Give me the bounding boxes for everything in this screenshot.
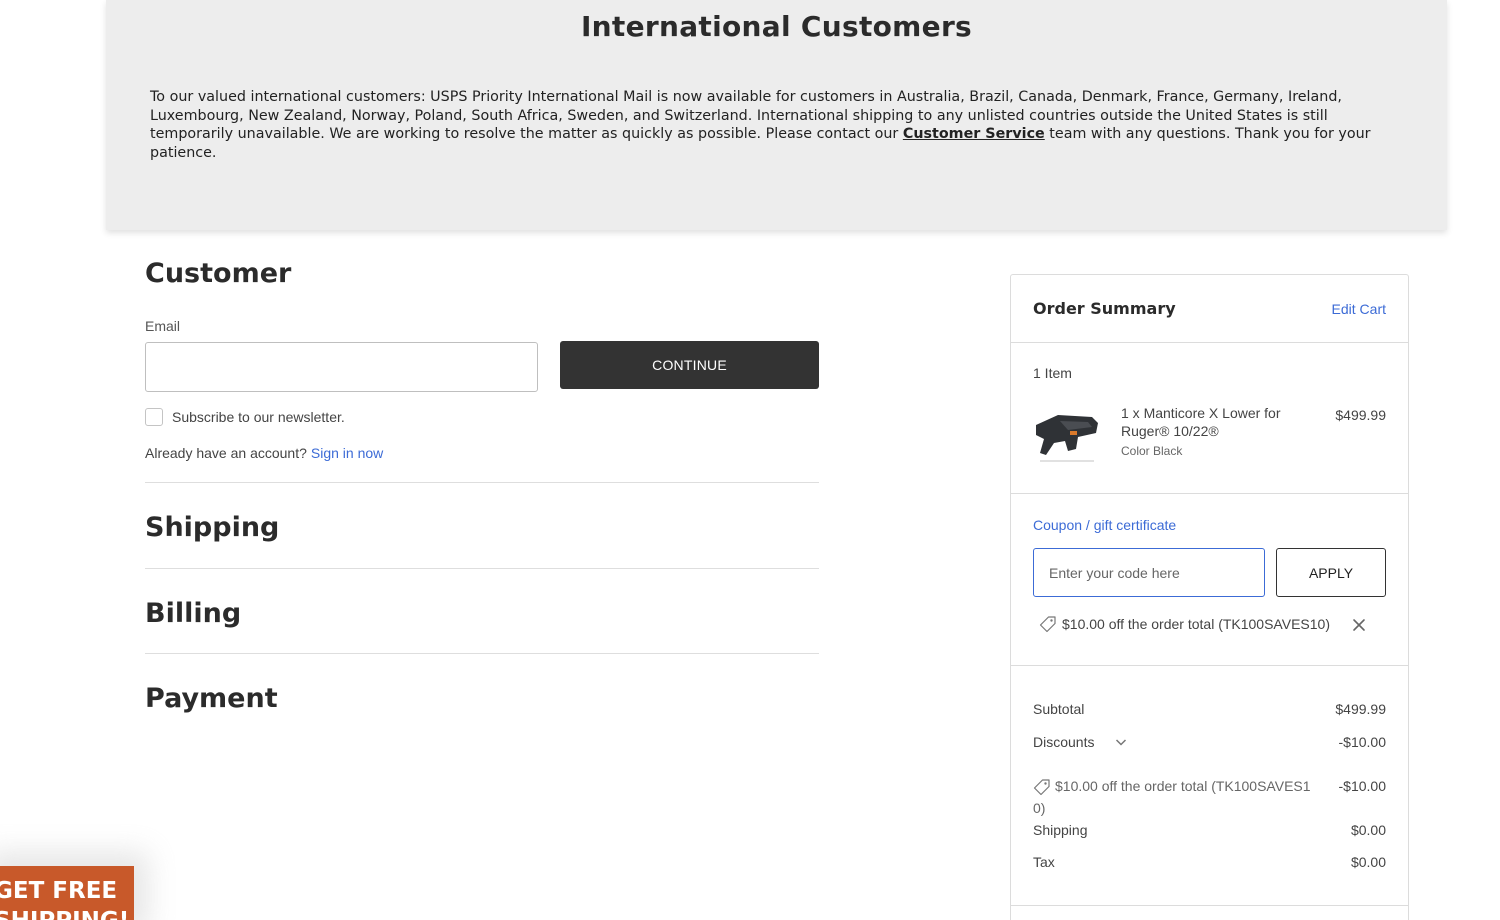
apply-coupon-button[interactable]: APPLY bbox=[1276, 548, 1386, 597]
applied-coupon-text: $10.00 off the order total (TK100SAVES10… bbox=[1062, 616, 1330, 632]
discount-detail-text: $10.00 off the order total (TK100SAVES10… bbox=[1033, 778, 1311, 816]
step-divider bbox=[145, 653, 819, 654]
notice-text: To our valued international customers: U… bbox=[150, 88, 1400, 162]
subtotal-label: Subtotal bbox=[1033, 701, 1085, 717]
product-option: Color Black bbox=[1121, 444, 1183, 458]
shipping-step-title[interactable]: Shipping bbox=[145, 512, 279, 543]
tag-icon bbox=[1039, 616, 1056, 633]
edit-cart-link[interactable]: Edit Cart bbox=[1332, 301, 1386, 317]
promo-line-1: GET FREE bbox=[0, 878, 118, 904]
product-price: $499.99 bbox=[1335, 407, 1386, 423]
account-prompt-text: Already have an account? bbox=[145, 445, 307, 461]
billing-step-title[interactable]: Billing bbox=[145, 598, 241, 629]
tag-icon bbox=[1033, 779, 1050, 796]
discounts-label: Discounts bbox=[1033, 734, 1095, 750]
coupon-toggle-link[interactable]: Coupon / gift certificate bbox=[1033, 517, 1176, 533]
product-image bbox=[1032, 403, 1102, 468]
promo-line-2: SHIPPING! bbox=[0, 906, 129, 920]
customer-step-title: Customer bbox=[145, 258, 292, 289]
coupon-section: Coupon / gift certificate APPLY $10.00 o… bbox=[1011, 494, 1408, 666]
tax-label: Tax bbox=[1033, 854, 1055, 870]
discount-detail-value: -$10.00 bbox=[1338, 778, 1386, 794]
international-notice-banner: International Customers To our valued in… bbox=[106, 0, 1447, 230]
newsletter-option[interactable]: Subscribe to our newsletter. bbox=[145, 408, 345, 426]
order-summary-title: Order Summary bbox=[1033, 299, 1176, 318]
cart-items: 1 Item 1 x Manticore X Lower for Ruger® … bbox=[1011, 343, 1408, 494]
order-summary: Order Summary Edit Cart 1 Item 1 x Manti… bbox=[1010, 274, 1409, 920]
shipping-label: Shipping bbox=[1033, 822, 1088, 838]
sign-in-prompt: Already have an account? Sign in now bbox=[145, 445, 383, 461]
promo-text: GET FREE SHIPPING! bbox=[0, 876, 129, 920]
coupon-code-input[interactable] bbox=[1033, 548, 1265, 597]
customer-service-link[interactable]: Customer Service bbox=[903, 126, 1045, 142]
step-divider bbox=[145, 568, 819, 569]
step-divider bbox=[145, 482, 819, 483]
email-label: Email bbox=[145, 318, 181, 334]
continue-button[interactable]: CONTINUE bbox=[560, 341, 819, 389]
product-name: 1 x Manticore X Lower for Ruger® 10/22® bbox=[1121, 405, 1281, 439]
sign-in-link[interactable]: Sign in now bbox=[311, 445, 383, 461]
payment-step-title[interactable]: Payment bbox=[145, 683, 278, 714]
tax-value: $0.00 bbox=[1350, 854, 1386, 870]
item-count: 1 Item bbox=[1033, 365, 1072, 381]
discount-detail: $10.00 off the order total (TK100SAVES10… bbox=[1033, 775, 1386, 819]
notice-title: International Customers bbox=[580, 10, 973, 43]
discounts-value: -$10.00 bbox=[1338, 734, 1386, 750]
close-icon[interactable] bbox=[1351, 617, 1367, 633]
applied-coupon: $10.00 off the order total (TK100SAVES10… bbox=[1039, 615, 1330, 633]
order-totals: Subtotal $499.99 Discounts -$10.00 $10.0… bbox=[1011, 666, 1408, 906]
subtotal-value: $499.99 bbox=[1335, 701, 1386, 717]
shipping-value: $0.00 bbox=[1350, 822, 1386, 838]
order-summary-header: Order Summary Edit Cart bbox=[1011, 275, 1408, 343]
newsletter-checkbox[interactable] bbox=[145, 408, 163, 426]
chevron-down-icon[interactable] bbox=[1115, 737, 1127, 747]
free-shipping-promo-tab[interactable]: GET FREE SHIPPING! bbox=[0, 866, 134, 920]
email-field[interactable] bbox=[145, 342, 538, 392]
newsletter-label: Subscribe to our newsletter. bbox=[172, 409, 345, 425]
